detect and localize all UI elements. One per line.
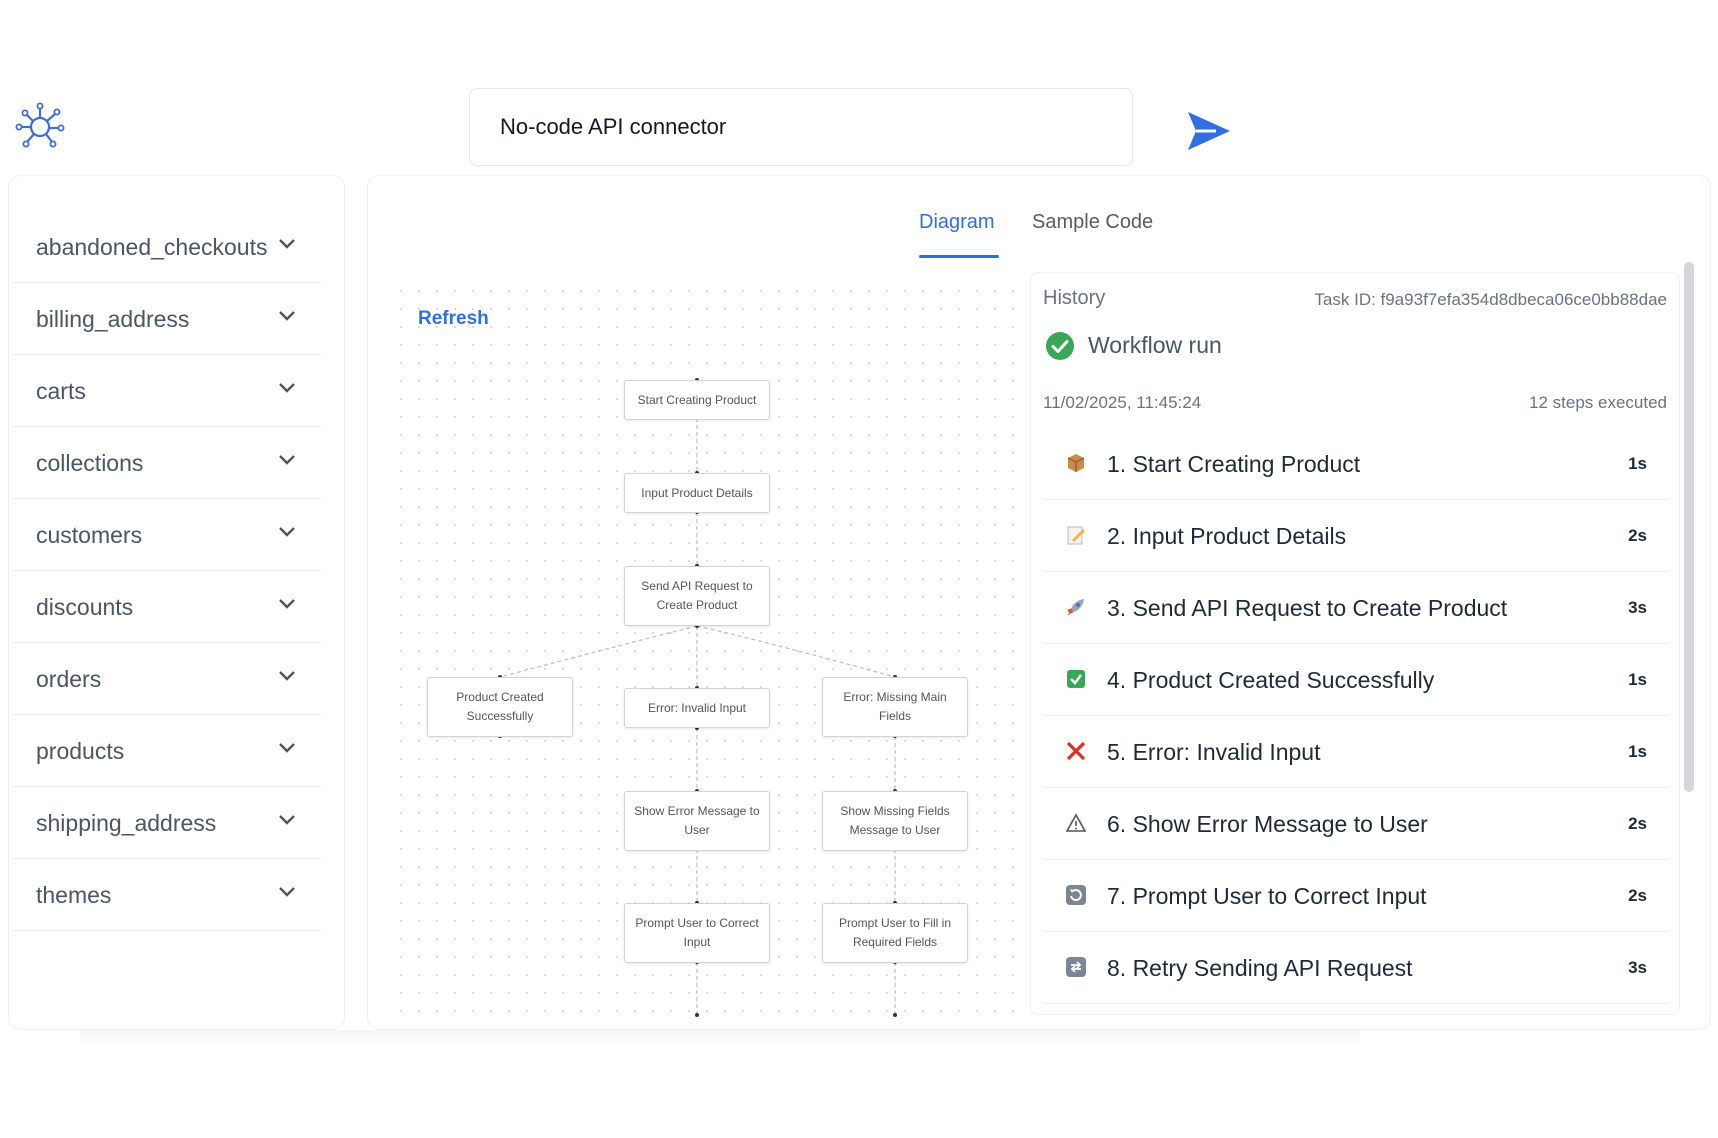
history-step[interactable]: 4. Product Created Successfully 1s [1043,644,1669,716]
step-label: 6. Show Error Message to User [1107,811,1428,837]
steps-executed: 12 steps executed [1529,393,1667,412]
sidebar-item-label: customers [36,522,143,548]
workflow-run-label: Workflow run [1088,332,1222,358]
step-duration: 1s [1628,742,1647,761]
chevron-down-icon [279,311,295,321]
sidebar-item-label: discounts [36,594,134,620]
diagram-node-show-error-message[interactable]: Show Error Message to User [624,791,770,851]
step-label: 3. Send API Request to Create Product [1107,595,1508,621]
sidebar-item-label: orders [36,666,102,692]
step-duration: 2s [1628,814,1647,833]
sidebar-item-collections[interactable]: collections [12,427,322,499]
history-step[interactable]: 6. Show Error Message to User 2s [1043,788,1669,860]
history-panel: History Task ID: f9a93f7efa354d8dbeca06c… [1030,272,1680,1015]
sidebar-item-shipping-address[interactable]: shipping_address [12,787,322,859]
sidebar-item-label: products [36,738,125,764]
tab-diagram[interactable]: Diagram [919,211,995,234]
chevron-down-icon [279,815,295,825]
repeat-icon [1065,884,1087,906]
diagram-node-error-missing-main-fields[interactable]: Error: Missing Main Fields [822,677,968,737]
step-label: 5. Error: Invalid Input [1107,739,1321,765]
prompt-text: No-code API connector [500,114,727,139]
memo-icon [1065,524,1087,546]
step-duration: 3s [1628,598,1647,617]
send-button[interactable] [1186,110,1232,152]
refresh-button[interactable]: Refresh [418,308,489,330]
chevron-down-icon [279,239,295,249]
diagram-node-input-product-details[interactable]: Input Product Details [624,473,770,513]
rocket-icon [1065,596,1087,618]
sidebar-item-products[interactable]: products [12,715,322,787]
sidebar-item-label: collections [36,450,144,476]
step-duration: 1s [1628,454,1647,473]
history-step[interactable]: 7. Prompt User to Correct Input 2s [1043,860,1669,932]
sidebar-item-discounts[interactable]: discounts [12,571,322,643]
task-id: Task ID: f9a93f7efa354d8dbeca06ce0bb88da… [1314,290,1667,309]
diagram-node-prompt-fill-required-fields[interactable]: Prompt User to Fill in Required Fields [822,903,968,963]
sidebar-item-label: themes [36,882,112,908]
history-scrollbar[interactable] [1684,262,1694,792]
sidebar-item-orders[interactable]: orders [12,643,322,715]
chevron-down-icon [279,527,295,537]
warning-icon [1065,812,1087,834]
hub-network-logo-icon [14,100,66,152]
package-icon [1065,452,1087,474]
chevron-down-icon [279,887,295,897]
prompt-input[interactable]: No-code API connector [469,88,1133,166]
history-step[interactable]: 8. Retry Sending API Request 3s [1043,932,1669,1004]
run-timestamp: 11/02/2025, 11:45:24 [1043,393,1202,412]
history-step[interactable]: 1. Start Creating Product 1s [1043,428,1669,500]
sidebar-item-billing-address[interactable]: billing_address [12,283,322,355]
chevron-down-icon [279,743,295,753]
diagram-node-error-invalid-input[interactable]: Error: Invalid Input [624,688,770,728]
sidebar-item-label: abandoned_checkouts [36,234,268,260]
sidebar-item-carts[interactable]: carts [12,355,322,427]
chevron-down-icon [279,383,295,393]
step-duration: 2s [1628,526,1647,545]
chevron-down-icon [279,455,295,465]
step-duration: 3s [1628,958,1647,977]
sidebar-item-label: billing_address [36,306,190,332]
cross-mark-icon [1065,740,1087,762]
chevron-down-icon [279,671,295,681]
step-label: 2. Input Product Details [1107,523,1347,549]
diagram-node-product-created-successfully[interactable]: Product Created Successfully [427,677,573,737]
step-duration: 1s [1628,670,1647,689]
diagram-node-show-missing-fields-message[interactable]: Show Missing Fields Message to User [822,791,968,851]
sidebar-item-abandoned-checkouts[interactable]: abandoned_checkouts [12,211,322,283]
step-label: 8. Retry Sending API Request [1107,955,1413,981]
step-label: 7. Prompt User to Correct Input [1107,883,1427,909]
sidebar-item-themes[interactable]: themes [12,859,322,931]
diagram-node-start-creating-product[interactable]: Start Creating Product [624,380,770,420]
retry-icon [1065,956,1087,978]
step-duration: 2s [1628,886,1647,905]
chevron-down-icon [279,599,295,609]
history-step[interactable]: 5. Error: Invalid Input 1s [1043,716,1669,788]
sidebar-item-customers[interactable]: customers [12,499,322,571]
history-step[interactable]: 3. Send API Request to Create Product 3s [1043,572,1669,644]
panel-shadow [80,1030,1360,1048]
sidebar-item-label: carts [36,378,86,404]
tab-sample-code[interactable]: Sample Code [1032,211,1153,234]
step-label: 4. Product Created Successfully [1107,667,1435,693]
step-label: 1. Start Creating Product [1107,451,1361,477]
diagram-node-prompt-correct-input[interactable]: Prompt User to Correct Input [624,903,770,963]
active-tab-indicator [919,255,999,258]
sidebar-item-label: shipping_address [36,810,217,836]
success-check-icon [1046,332,1074,360]
history-title: History [1043,287,1106,309]
send-arrow-icon [1188,112,1230,150]
diagram-node-send-api-request[interactable]: Send API Request to Create Product [624,566,770,626]
check-box-icon [1065,668,1087,690]
history-step[interactable]: 2. Input Product Details 2s [1043,500,1669,572]
